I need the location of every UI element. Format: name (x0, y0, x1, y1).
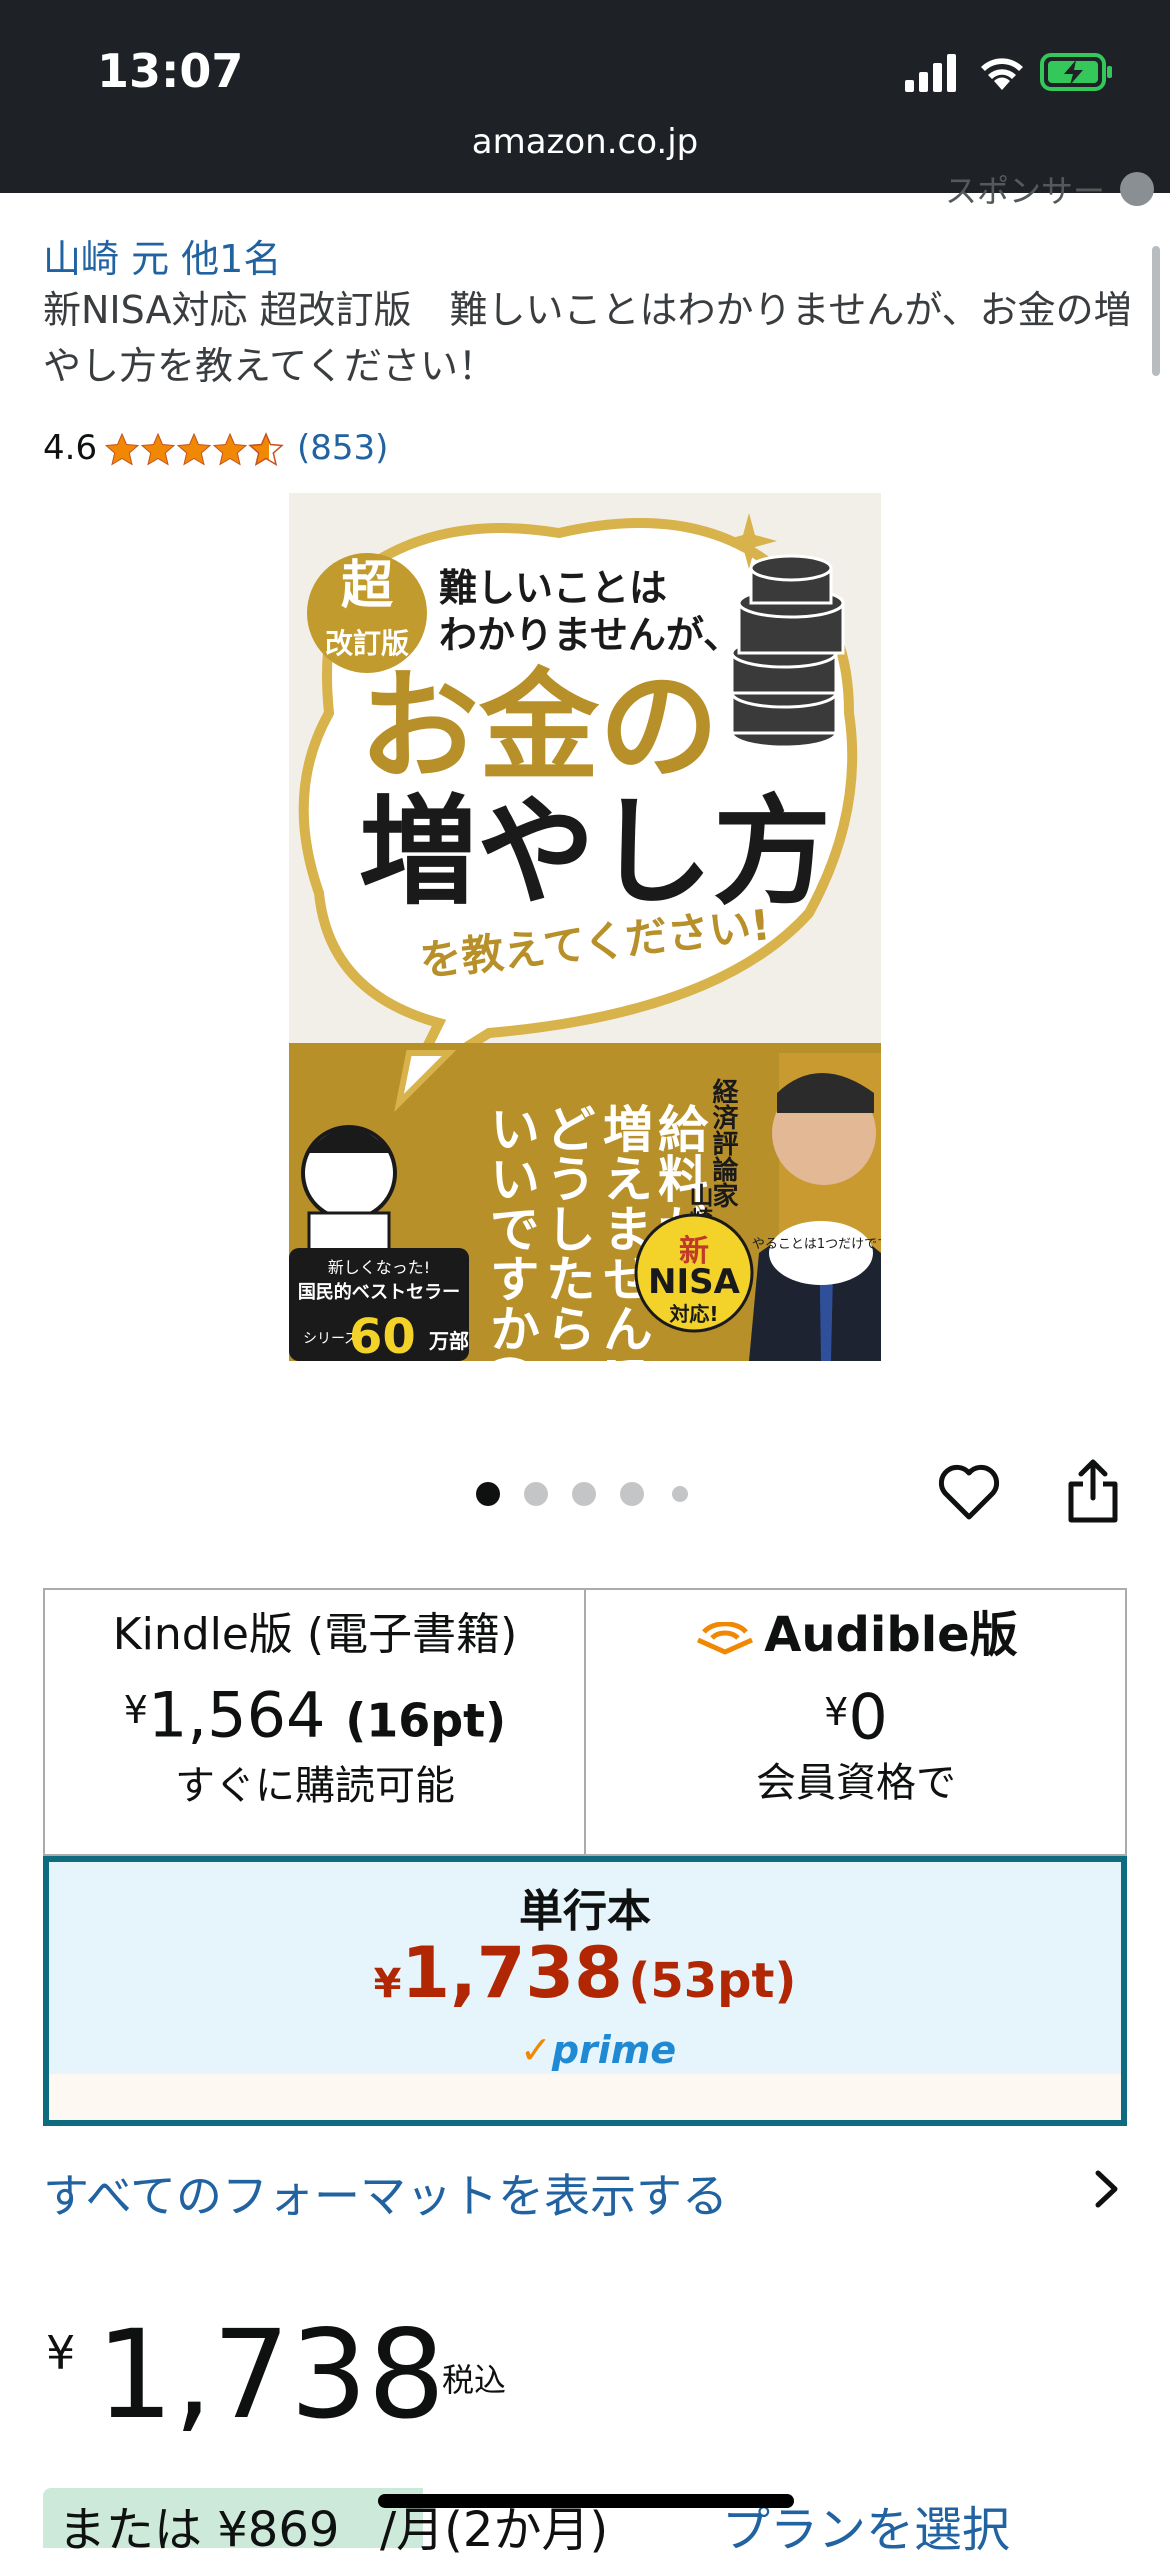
chevron-right-icon[interactable] (1093, 2168, 1121, 2210)
cover-bestseller-1: 新しくなった! (328, 1258, 430, 1277)
cover-title-line-1: お金の (359, 658, 719, 797)
info-icon[interactable] (1120, 172, 1154, 206)
gallery-dot[interactable] (524, 1482, 548, 1506)
url-domain[interactable]: amazon.co.jp (0, 122, 1170, 162)
gallery-dot[interactable] (620, 1482, 644, 1506)
gallery-dot-active[interactable] (476, 1482, 500, 1506)
cellular-signal-icon (905, 54, 956, 92)
sponsored-label: スポンサー (945, 172, 1106, 210)
cover-badge-top: 超 (341, 556, 394, 616)
prime-check-icon: ✓ (520, 2028, 552, 2072)
cover-badge-bottom: 改訂版 (325, 627, 409, 660)
gallery-dot[interactable] (672, 1486, 688, 1502)
format-kindle[interactable]: Kindle版 (電子書籍) ¥1,564 (16pt) すぐに購読可能 (45, 1605, 585, 1814)
price-currency: ¥ (46, 2326, 76, 2380)
cover-speech: やることは1つだけです (752, 1237, 881, 1252)
cover-question-3: どうしたら (538, 1103, 596, 1353)
rating-value: 4.6 (43, 428, 98, 468)
product-title: 新NISA対応 超改訂版 難しいことはわかりませんが、お金の増やし方を教えてくだ… (43, 288, 1132, 388)
cover-tagline-2: わかりませんが、 (439, 613, 741, 657)
status-time: 13:07 (97, 44, 244, 98)
cover-nisa-3: 対応! (668, 1302, 718, 1326)
star-rating-icon[interactable] (105, 430, 285, 468)
format-audible-membership: 会員資格で (756, 1759, 956, 1806)
rating-count-link[interactable]: (853) (297, 428, 388, 468)
share-icon[interactable] (1065, 1458, 1121, 1524)
cover-bestseller-unit: 万部 (428, 1329, 469, 1353)
home-indicator[interactable] (378, 2494, 794, 2508)
format-tankobon-name: 単行本 (519, 1886, 651, 1937)
audible-icon (697, 1621, 754, 1655)
format-tankobon-price: ¥1,738 (53pt) (373, 1932, 797, 2014)
wifi-icon (981, 58, 1023, 90)
cover-question-2: 増えません! (595, 1103, 653, 1361)
format-audible-price: ¥0 (824, 1680, 888, 1754)
format-kindle-price: ¥1,564 (16pt) (123, 1678, 507, 1752)
gallery-dot[interactable] (572, 1482, 596, 1506)
subscription-price: または ¥869 (58, 2502, 340, 2558)
price-tax-label: 税込 (442, 2361, 507, 2399)
price-amount: 1,738 (96, 2304, 446, 2446)
battery-charging-icon (1040, 53, 1112, 91)
book-cover-image[interactable]: 超 改訂版 難しいことは わかりませんが、 お金の 増やし方 を教えてください!… (289, 493, 881, 1361)
format-tankobon-footer (49, 2074, 1121, 2120)
scrollbar[interactable] (1152, 246, 1160, 376)
format-audible-name: Audible版 (586, 1605, 1126, 1667)
cover-tagline-1: 難しいことは (439, 566, 667, 610)
cover-nisa-2: NISA (648, 1262, 741, 1302)
author-link[interactable]: 山崎 元 他1名 (43, 228, 281, 283)
heart-icon[interactable] (937, 1463, 1001, 1521)
see-all-formats-link[interactable]: すべてのフォーマットを表示する (43, 2160, 728, 2226)
format-audible[interactable]: Audible版 ¥0 会員資格で (586, 1605, 1126, 1811)
cover-bestseller-2: 国民的ベストセラー (298, 1281, 460, 1303)
format-kindle-name: Kindle版 (電子書籍) (112, 1609, 518, 1660)
cover-question-4: いいですか(涙) (482, 1103, 540, 1361)
format-kindle-availability: すぐに購読可能 (175, 1762, 455, 1809)
cover-bestseller-num: 60 (349, 1309, 416, 1361)
prime-badge: ✓prime (520, 2028, 677, 2072)
